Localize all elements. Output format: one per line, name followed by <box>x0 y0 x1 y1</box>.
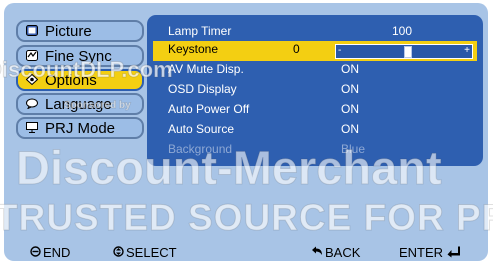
watermark-brand: Discount-Merchant <box>16 141 443 195</box>
footer-end[interactable]: END <box>30 245 70 260</box>
watermark-sponsored: Sponsored by <box>64 100 132 112</box>
menu-item-keystone[interactable]: Keystone 0 - + <box>153 41 477 61</box>
av-mute-disp-value: ON <box>341 62 359 76</box>
footer-select[interactable]: SELECT <box>113 245 177 260</box>
footer-enter-label: ENTER <box>399 245 444 260</box>
tab-prj-mode-label: PRJ Mode <box>45 120 116 137</box>
select-button-icon <box>113 246 124 257</box>
osd-display-value: ON <box>341 82 359 96</box>
footer-back[interactable]: BACK <box>311 245 360 260</box>
keystone-value: 0 <box>293 42 300 56</box>
end-button-icon <box>30 246 41 257</box>
enter-arrow-icon <box>447 246 460 258</box>
prj-mode-icon <box>26 122 38 133</box>
projector-osd-screen: Picture Fine Sync Options Language PRJ M… <box>0 0 493 268</box>
menu-item-auto-power-off[interactable]: Auto Power Off ON <box>153 101 477 121</box>
auto-source-label: Auto Source <box>168 122 235 136</box>
back-arrow-icon <box>312 246 322 255</box>
menu-item-lamp-timer: Lamp Timer 100 <box>153 23 477 43</box>
tab-prj-mode[interactable]: PRJ Mode <box>16 117 144 139</box>
tab-picture[interactable]: Picture <box>16 20 144 42</box>
auto-power-off-value: ON <box>341 102 359 116</box>
keystone-label: Keystone <box>168 42 219 56</box>
slider-thumb[interactable] <box>404 46 412 58</box>
footer-back-label: BACK <box>325 245 361 260</box>
footer-enter[interactable]: ENTER <box>399 245 461 260</box>
key-guide-footer: END SELECT BACK ENTER <box>4 240 493 264</box>
language-icon <box>26 98 38 109</box>
auto-source-value: ON <box>341 122 359 136</box>
picture-icon <box>26 25 38 36</box>
auto-power-off-label: Auto Power Off <box>168 102 250 116</box>
keystone-slider[interactable]: - + <box>335 44 473 59</box>
footer-end-label: END <box>43 245 71 260</box>
watermark-site: DiscountDLP.com <box>0 57 173 83</box>
lamp-timer-value: 100 <box>392 24 413 38</box>
av-mute-disp-label: AV Mute Disp. <box>168 62 244 76</box>
tab-picture-label: Picture <box>45 23 92 40</box>
menu-item-av-mute-disp[interactable]: AV Mute Disp. ON <box>153 61 477 81</box>
watermark-tagline: TRUSTED SOURCE FOR PROJECTOR <box>0 197 493 239</box>
osd-display-label: OSD Display <box>168 82 237 96</box>
menu-item-osd-display[interactable]: OSD Display ON <box>153 81 477 101</box>
slider-plus[interactable]: + <box>464 44 470 57</box>
footer-select-label: SELECT <box>126 245 177 260</box>
menu-item-auto-source[interactable]: Auto Source ON <box>153 121 477 141</box>
lamp-timer-label: Lamp Timer <box>168 24 232 38</box>
slider-minus[interactable]: - <box>338 44 341 57</box>
